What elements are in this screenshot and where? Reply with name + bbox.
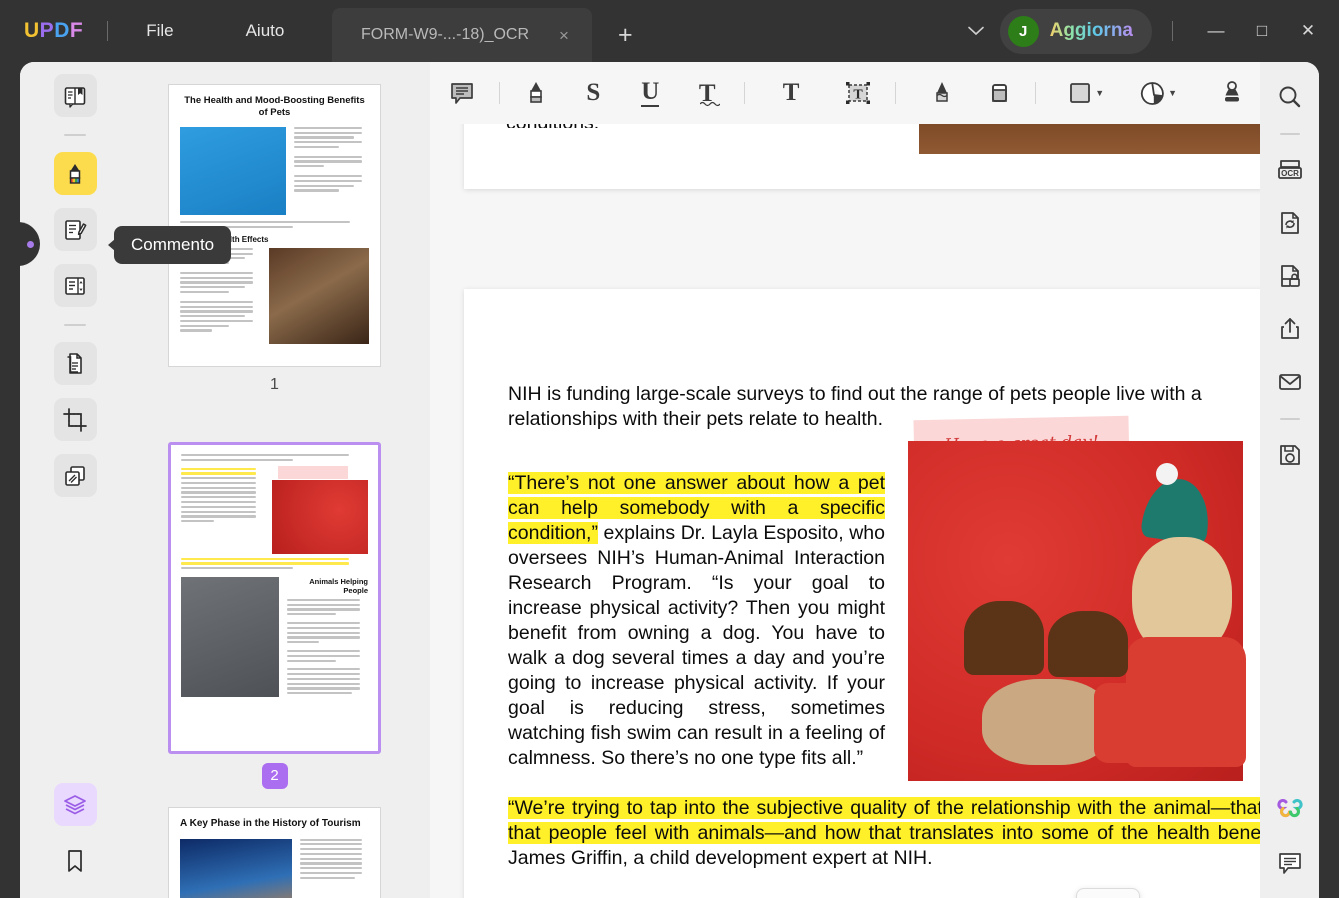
comment-list-icon[interactable] xyxy=(1269,842,1311,884)
toolbar-separator-4 xyxy=(1035,82,1037,104)
list-item[interactable]: A Key Phase in the History of Tourism xyxy=(168,807,381,898)
comment-tool-icon[interactable] xyxy=(53,152,97,195)
avatar: J xyxy=(1007,15,1039,47)
layers-icon[interactable] xyxy=(53,783,97,826)
toolbar-separator-1 xyxy=(498,82,500,104)
protect-icon[interactable] xyxy=(1269,255,1311,297)
page-thumbnail-2[interactable]: Animals Helping People xyxy=(168,442,381,754)
text-tool-label: T xyxy=(782,79,800,106)
prev-page-text-fragment: conditions. xyxy=(506,124,936,128)
toolbar-separator-2 xyxy=(743,82,745,104)
workspace: Commento The Health and Mood-Boosting Be… xyxy=(20,62,1319,898)
chevron-down-icon[interactable]: ▼ xyxy=(1095,88,1104,98)
edit-pdf-icon[interactable] xyxy=(53,208,97,251)
right-rail-separator-1 xyxy=(1279,133,1300,135)
upgrade-label: Aggiorna xyxy=(1049,20,1133,41)
titlebar-right-group: J Aggiorna — □ ✕ xyxy=(952,0,1339,62)
squiggly-tool[interactable]: T xyxy=(689,72,726,114)
thumb-title-1: The Health and Mood-Boosting Benefits of… xyxy=(184,95,365,118)
titlebar-divider xyxy=(107,21,109,41)
maximize-button[interactable]: □ xyxy=(1239,0,1285,62)
crop-page-icon[interactable] xyxy=(53,398,97,441)
highlight-tool[interactable] xyxy=(518,72,555,114)
document-view[interactable]: conditions. NIH is funding large-scale s… xyxy=(430,124,1260,898)
email-icon[interactable] xyxy=(1269,361,1311,403)
minimize-button[interactable]: — xyxy=(1193,0,1239,62)
paragraph-quote-2: “We’re trying to tap into the subjective… xyxy=(508,796,1260,871)
titlebar-divider-2 xyxy=(1172,21,1173,41)
svg-text:T: T xyxy=(853,88,863,103)
reader-mode-icon[interactable] xyxy=(53,74,97,117)
strikethrough-tool[interactable]: S xyxy=(575,72,612,114)
close-button[interactable]: ✕ xyxy=(1285,0,1331,62)
page-indicator[interactable]: 2/6 xyxy=(1076,888,1141,898)
underline-label: U xyxy=(641,78,660,108)
ocr-icon[interactable]: OCR xyxy=(1269,149,1311,191)
tab-title: FORM-W9-...-18)_OCR xyxy=(361,26,530,43)
toolbar-separator-3 xyxy=(894,82,896,104)
convert-pdf-icon[interactable] xyxy=(53,342,97,385)
text-tool[interactable]: T xyxy=(773,72,810,114)
search-icon[interactable] xyxy=(1269,76,1311,118)
title-bar: U P D F File Aiuto FORM-W9-...-18)_OCR ×… xyxy=(0,0,1339,62)
quote-2-rest: James Griffin, a child development exper… xyxy=(508,847,933,869)
organize-pages-icon[interactable] xyxy=(53,454,97,497)
logo-letter-d: D xyxy=(54,19,70,42)
form-icon[interactable] xyxy=(53,264,97,307)
bookmark-icon[interactable] xyxy=(54,839,97,882)
shape-tool[interactable]: ▼ xyxy=(1062,72,1110,114)
left-tool-rail xyxy=(20,62,130,898)
ocr-label: OCR xyxy=(1281,169,1299,178)
figure-dogs-photo xyxy=(908,441,1246,781)
new-tab-icon[interactable]: + xyxy=(618,22,633,48)
eraser-tool[interactable] xyxy=(980,72,1017,114)
right-tool-rail: OCR xyxy=(1260,62,1319,898)
prev-page-image xyxy=(919,124,1260,154)
page-thumbnail-3[interactable]: A Key Phase in the History of Tourism xyxy=(168,807,381,898)
underline-tool[interactable]: U xyxy=(632,72,669,114)
list-item[interactable]: Animals Helping People 2 xyxy=(168,442,381,789)
app-window: U P D F File Aiuto FORM-W9-...-18)_OCR ×… xyxy=(0,0,1339,898)
thumbnail-pane[interactable]: The Health and Mood-Boosting Benefits of… xyxy=(130,62,430,898)
pdf-page-previous: conditions. xyxy=(464,124,1260,189)
thumb-page-number-2: 2 xyxy=(261,763,288,789)
convert-icon[interactable] xyxy=(1269,202,1311,244)
rail-separator-1 xyxy=(64,134,86,136)
tab-strip: FORM-W9-...-18)_OCR × + xyxy=(332,8,633,62)
annotation-toolbar: S U T T T ▼ ▼ xyxy=(430,62,1260,124)
pdf-page-current: NIH is funding large-scale surveys to fi… xyxy=(464,289,1260,898)
close-tab-icon[interactable]: × xyxy=(559,27,569,44)
thumb-title-3: A Key Phase in the History of Tourism xyxy=(180,818,361,829)
logo-letter-f: F xyxy=(69,19,84,42)
logo-letter-u: U xyxy=(24,19,40,42)
thumb-subheading-2: Animals Helping People xyxy=(309,576,368,595)
pencil-tool[interactable] xyxy=(923,72,960,114)
highlight-quote-2[interactable]: “We’re trying to tap into the subjective… xyxy=(508,797,1260,844)
menu-file[interactable]: File xyxy=(132,15,187,47)
rail-separator-2 xyxy=(64,324,86,326)
strikethrough-label: S xyxy=(586,79,601,106)
text-box-tool[interactable]: T xyxy=(840,72,877,114)
paragraph-intro-line1: NIH is funding large-scale surveys to fi… xyxy=(508,383,1202,405)
right-rail-separator-2 xyxy=(1279,418,1300,420)
paragraph-quote-1: “There’s not one answer about how a pet … xyxy=(508,471,885,771)
ai-assistant-icon[interactable] xyxy=(1269,789,1311,831)
chevron-down-icon[interactable] xyxy=(952,16,1000,46)
quote-1-rest: explains Dr. Layla Esposito, who oversee… xyxy=(508,522,885,769)
account-upgrade-button[interactable]: J Aggiorna xyxy=(999,8,1152,54)
note-comment-tool[interactable] xyxy=(444,72,481,114)
chevron-down-icon[interactable]: ▼ xyxy=(1168,88,1177,98)
save-icon[interactable] xyxy=(1269,434,1311,476)
tooltip-commento: Commento xyxy=(107,226,232,264)
sticker-tool[interactable]: ▼ xyxy=(1134,72,1183,114)
share-icon[interactable] xyxy=(1269,308,1311,350)
stamp-tool[interactable] xyxy=(1213,72,1250,114)
document-tab[interactable]: FORM-W9-...-18)_OCR × xyxy=(332,8,592,62)
logo-letter-p: P xyxy=(39,19,55,42)
thumb-page-number-1: 1 xyxy=(270,376,279,393)
updf-logo: U P D F xyxy=(24,19,83,43)
menu-aiuto[interactable]: Aiuto xyxy=(232,15,299,47)
